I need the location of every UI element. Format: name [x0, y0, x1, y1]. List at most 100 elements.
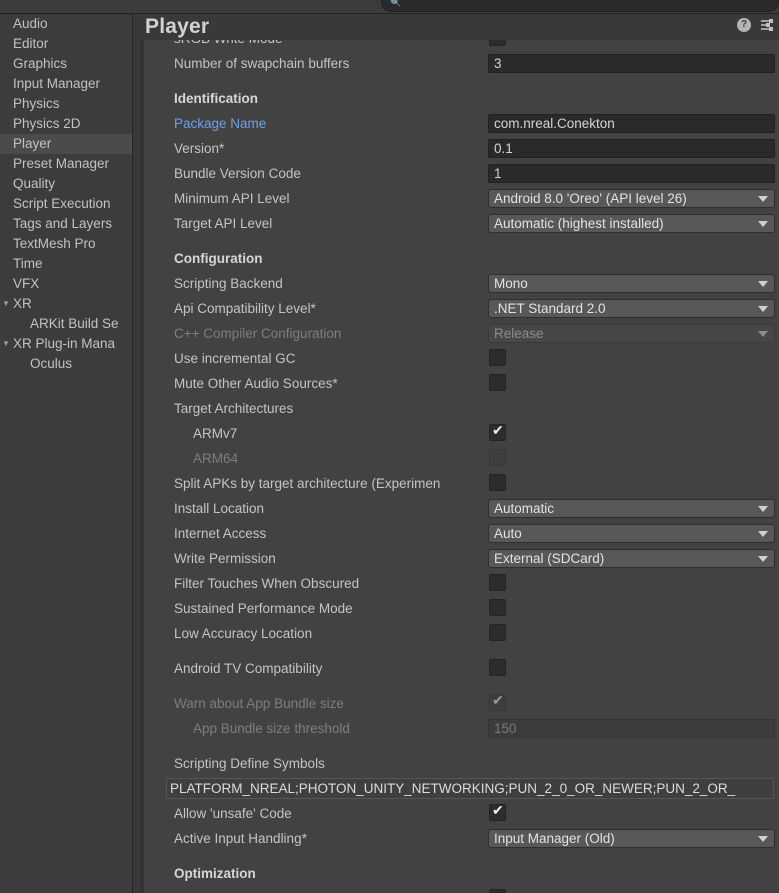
dropdown-select[interactable]: Auto: [488, 524, 775, 543]
text-input[interactable]: 0.1: [488, 139, 775, 158]
dropdown-select[interactable]: External (SDCard): [488, 549, 775, 568]
sidebar-item-label: Editor: [13, 36, 49, 51]
expand-arrow-icon[interactable]: ▼: [2, 334, 10, 354]
setting-label: Sustained Performance Mode: [174, 601, 353, 616]
setting-row-active-input-handling: Active Input Handling* Input Manager (Old…: [141, 826, 779, 851]
sidebar-item-label: TextMesh Pro: [13, 236, 96, 251]
text-input[interactable]: com.nreal.Conekton: [488, 114, 775, 133]
text-input[interactable]: 150: [488, 719, 775, 738]
setting-row-app-bundle-size-threshold: App Bundle size threshold 150: [141, 716, 779, 741]
sidebar-item-physics[interactable]: Physics: [0, 94, 132, 114]
chevron-down-icon: [758, 531, 768, 537]
sidebar-item-label: Time: [13, 256, 43, 271]
setting-label: Target API Level: [174, 216, 273, 231]
row-spacer: [141, 236, 779, 246]
setting-row-target-architectures: Target Architectures: [141, 396, 779, 421]
setting-row-target-api-level: Target API Level Automatic (highest insta…: [141, 211, 779, 236]
setting-label: Split APKs by target architecture (Exper…: [174, 476, 441, 491]
setting-row-scripting-backend: Scripting Backend Mono: [141, 271, 779, 296]
dropdown-select[interactable]: Release: [488, 324, 775, 343]
settings-category-list[interactable]: Audio Editor Graphics Input Manager Physics P…: [0, 14, 133, 893]
dropdown-select[interactable]: Mono: [488, 274, 775, 293]
checkbox-toggle[interactable]: [489, 599, 506, 616]
sidebar-item-vfx[interactable]: VFX: [0, 274, 132, 294]
checkbox-toggle[interactable]: [489, 624, 506, 641]
text-input[interactable]: 3: [488, 54, 775, 73]
checkbox-toggle[interactable]: [489, 802, 506, 821]
dropdown-select[interactable]: Automatic: [488, 499, 775, 518]
setting-label: Use incremental GC: [174, 351, 296, 366]
dropdown-value: Automatic (highest installed): [494, 216, 664, 231]
settings-scroll-area[interactable]: sRGB Write ModeNumber of swapchain buffe…: [134, 40, 779, 893]
checkbox-toggle[interactable]: [489, 574, 506, 591]
setting-row-write-permission: Write Permission External (SDCard): [141, 546, 779, 571]
dropdown-select[interactable]: Android 8.0 'Oreo' (API level 26): [488, 189, 775, 208]
sidebar-item-editor[interactable]: Editor: [0, 34, 132, 54]
dropdown-value: Android 8.0 'Oreo' (API level 26): [494, 191, 687, 206]
sidebar-item-textmesh-pro[interactable]: TextMesh Pro: [0, 234, 132, 254]
sidebar-item-oculus[interactable]: Oculus: [0, 354, 132, 374]
checkbox-toggle[interactable]: [489, 349, 506, 366]
sidebar-item-graphics[interactable]: Graphics: [0, 54, 132, 74]
sidebar-item-label: Audio: [13, 16, 48, 31]
section-header: Identification: [174, 91, 258, 106]
chevron-down-icon: [758, 836, 768, 842]
help-icon[interactable]: ?: [737, 18, 751, 32]
setting-row-low-accuracy-location: Low Accuracy Location: [141, 621, 779, 646]
sidebar-item-script-execution[interactable]: Script Execution: [0, 194, 132, 214]
checkbox-toggle[interactable]: [489, 474, 506, 491]
sidebar-item-time[interactable]: Time: [0, 254, 132, 274]
sidebar-item-quality[interactable]: Quality: [0, 174, 132, 194]
setting-label: Install Location: [174, 501, 265, 516]
checkbox-toggle[interactable]: [489, 889, 506, 893]
setting-label: ARMv7: [193, 426, 238, 441]
sidebar-item-input-manager[interactable]: Input Manager: [0, 74, 132, 94]
sidebar-item-tags-and-layers[interactable]: Tags and Layers: [0, 214, 132, 234]
sidebar-item-player[interactable]: Player: [0, 134, 132, 154]
checkbox-toggle[interactable]: [489, 40, 506, 46]
preset-settings-icon[interactable]: [760, 18, 774, 32]
setting-row-android-tv-compatibility: Android TV Compatibility: [141, 656, 779, 681]
section-header: Optimization: [174, 866, 256, 881]
checkbox-toggle[interactable]: [489, 422, 506, 441]
dropdown-value: Automatic: [494, 501, 555, 516]
setting-row-package-name: Package Name com.nreal.Conekton: [141, 111, 779, 136]
chevron-down-icon: [758, 196, 768, 202]
checkbox-toggle[interactable]: [489, 692, 506, 711]
sidebar-item-xr[interactable]: ▼ XR: [0, 294, 132, 314]
setting-label: Android TV Compatibility: [174, 661, 323, 676]
row-spacer: [141, 76, 779, 86]
setting-row-minimum-api-level: Minimum API Level Android 8.0 'Oreo' (API…: [141, 186, 779, 211]
player-settings-panel: Player ? sRGB Write ModeNumber of swapch…: [134, 14, 779, 893]
sidebar-item-physics-2d[interactable]: Physics 2D: [0, 114, 132, 134]
sidebar-item-xr-plug-in-mana[interactable]: ▼ XR Plug-in Mana: [0, 334, 132, 354]
expand-arrow-icon[interactable]: ▼: [2, 294, 10, 314]
header-icon-group: ?: [737, 18, 774, 32]
dropdown-select[interactable]: Input Manager (Old): [488, 829, 775, 848]
setting-label: Write Permission: [174, 551, 276, 566]
dropdown-value: Input Manager (Old): [494, 831, 615, 846]
search-input[interactable]: 🔍: [381, 0, 779, 12]
sidebar-item-audio[interactable]: Audio: [0, 14, 132, 34]
setting-row-warn-about-app-bundle-size: Warn about App Bundle size: [141, 691, 779, 716]
setting-row-bundle-version-code: Bundle Version Code 1: [141, 161, 779, 186]
checkbox-toggle[interactable]: [489, 659, 506, 676]
checkbox-toggle[interactable]: [489, 449, 506, 466]
sidebar-item-preset-manager[interactable]: Preset Manager: [0, 154, 132, 174]
sidebar-item-arkit-build-se[interactable]: ARKit Build Se: [0, 314, 132, 334]
text-input[interactable]: 1: [488, 164, 775, 183]
setting-label: Internet Access: [174, 526, 267, 541]
panel-header: Player ?: [134, 14, 779, 40]
scripting-define-symbols-input[interactable]: PLATFORM_NREAL;PHOTON_UNITY_NETWORKING;P…: [166, 778, 774, 799]
dropdown-select[interactable]: Automatic (highest installed): [488, 214, 775, 233]
sidebar-item-label: VFX: [13, 276, 40, 291]
setting-label: C++ Compiler Configuration: [174, 326, 342, 341]
settings-rows-container: sRGB Write ModeNumber of swapchain buffe…: [140, 40, 779, 893]
dropdown-value: Release: [494, 326, 544, 341]
checkbox-toggle[interactable]: [489, 374, 506, 391]
toolbar-strip: 🔍: [0, 0, 779, 14]
dropdown-select[interactable]: .NET Standard 2.0: [488, 299, 775, 318]
setting-label: Scripting Define Symbols: [174, 756, 325, 771]
setting-label: Active Input Handling*: [174, 831, 307, 846]
chevron-down-icon: [758, 556, 768, 562]
